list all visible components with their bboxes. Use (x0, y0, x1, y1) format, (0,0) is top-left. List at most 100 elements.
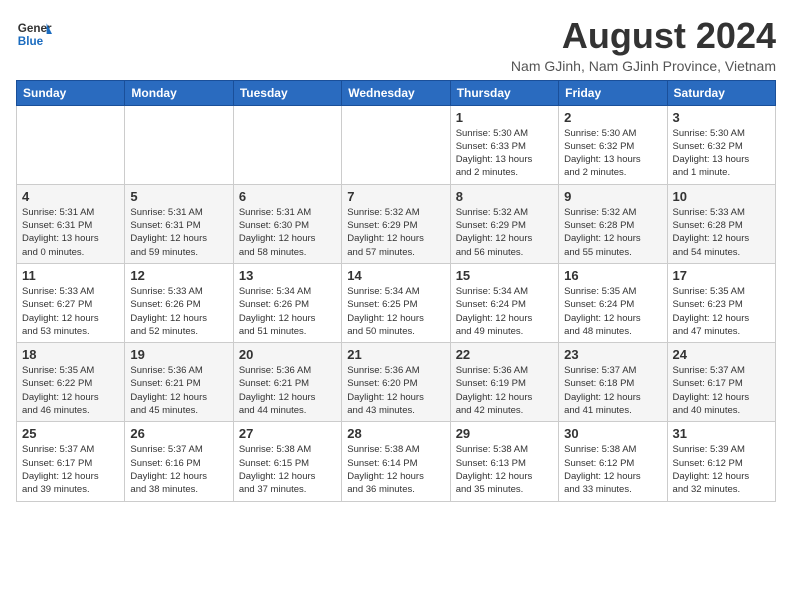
month-title: August 2024 (511, 16, 776, 56)
calendar-cell: 20 Sunrise: 5:36 AM Sunset: 6:21 PM Dayli… (233, 343, 341, 422)
day-number: 3 (673, 110, 770, 125)
day-number: 26 (130, 426, 227, 441)
calendar-cell: 17 Sunrise: 5:35 AM Sunset: 6:23 PM Dayli… (667, 263, 775, 342)
calendar-cell (17, 105, 125, 184)
day-number: 29 (456, 426, 553, 441)
day-info: Sunrise: 5:35 AM Sunset: 6:23 PM Dayligh… (673, 285, 770, 338)
calendar-cell: 3 Sunrise: 5:30 AM Sunset: 6:32 PM Daylig… (667, 105, 775, 184)
calendar-cell: 10 Sunrise: 5:33 AM Sunset: 6:28 PM Dayli… (667, 184, 775, 263)
day-info: Sunrise: 5:37 AM Sunset: 6:16 PM Dayligh… (130, 443, 227, 496)
calendar-cell: 14Sunrise: 5:34 AM Sunset: 6:25 PM Dayli… (342, 263, 450, 342)
day-number: 27 (239, 426, 336, 441)
day-number: 16 (564, 268, 661, 283)
weekday-header-friday: Friday (559, 80, 667, 105)
day-info: Sunrise: 5:30 AM Sunset: 6:32 PM Dayligh… (673, 127, 770, 180)
day-info: Sunrise: 5:36 AM Sunset: 6:20 PM Dayligh… (347, 364, 444, 417)
day-info: Sunrise: 5:36 AM Sunset: 6:19 PM Dayligh… (456, 364, 553, 417)
day-number: 1 (456, 110, 553, 125)
calendar-week-row: 25Sunrise: 5:37 AM Sunset: 6:17 PM Dayli… (17, 422, 776, 501)
day-number: 20 (239, 347, 336, 362)
calendar-cell (233, 105, 341, 184)
weekday-header-row: SundayMondayTuesdayWednesdayThursdayFrid… (17, 80, 776, 105)
calendar-cell: 28 Sunrise: 5:38 AM Sunset: 6:14 PM Dayli… (342, 422, 450, 501)
calendar-cell: 24Sunrise: 5:37 AM Sunset: 6:17 PM Dayli… (667, 343, 775, 422)
day-number: 19 (130, 347, 227, 362)
day-info: Sunrise: 5:38 AM Sunset: 6:14 PM Dayligh… (347, 443, 444, 496)
day-number: 21 (347, 347, 444, 362)
day-info: Sunrise: 5:33 AM Sunset: 6:27 PM Dayligh… (22, 285, 119, 338)
calendar-cell: 6 Sunrise: 5:31 AM Sunset: 6:30 PM Daylig… (233, 184, 341, 263)
day-number: 23 (564, 347, 661, 362)
calendar-cell: 5Sunrise: 5:31 AM Sunset: 6:31 PM Daylig… (125, 184, 233, 263)
calendar-cell: 12Sunrise: 5:33 AM Sunset: 6:26 PM Dayli… (125, 263, 233, 342)
calendar-cell: 13 Sunrise: 5:34 AM Sunset: 6:26 PM Dayli… (233, 263, 341, 342)
day-number: 2 (564, 110, 661, 125)
day-number: 10 (673, 189, 770, 204)
calendar-cell: 2 Sunrise: 5:30 AM Sunset: 6:32 PM Daylig… (559, 105, 667, 184)
day-number: 31 (673, 426, 770, 441)
title-block: August 2024 Nam GJinh, Nam GJinh Provinc… (511, 16, 776, 74)
day-number: 13 (239, 268, 336, 283)
page-header: General Blue August 2024 Nam GJinh, Nam … (16, 16, 776, 74)
day-info: Sunrise: 5:36 AM Sunset: 6:21 PM Dayligh… (239, 364, 336, 417)
weekday-header-sunday: Sunday (17, 80, 125, 105)
day-number: 18 (22, 347, 119, 362)
day-number: 25 (22, 426, 119, 441)
calendar-week-row: 18 Sunrise: 5:35 AM Sunset: 6:22 PM Dayli… (17, 343, 776, 422)
day-info: Sunrise: 5:35 AM Sunset: 6:24 PM Dayligh… (564, 285, 661, 338)
day-info: Sunrise: 5:33 AM Sunset: 6:28 PM Dayligh… (673, 206, 770, 259)
day-info: Sunrise: 5:37 AM Sunset: 6:18 PM Dayligh… (564, 364, 661, 417)
calendar-cell (342, 105, 450, 184)
weekday-header-thursday: Thursday (450, 80, 558, 105)
day-number: 8 (456, 189, 553, 204)
calendar-cell: 15Sunrise: 5:34 AM Sunset: 6:24 PM Dayli… (450, 263, 558, 342)
calendar-cell: 22 Sunrise: 5:36 AM Sunset: 6:19 PM Dayli… (450, 343, 558, 422)
day-info: Sunrise: 5:36 AM Sunset: 6:21 PM Dayligh… (130, 364, 227, 417)
calendar-cell: 26 Sunrise: 5:37 AM Sunset: 6:16 PM Dayli… (125, 422, 233, 501)
day-number: 24 (673, 347, 770, 362)
day-info: Sunrise: 5:35 AM Sunset: 6:22 PM Dayligh… (22, 364, 119, 417)
day-number: 4 (22, 189, 119, 204)
day-number: 6 (239, 189, 336, 204)
calendar-cell: 1 Sunrise: 5:30 AM Sunset: 6:33 PM Daylig… (450, 105, 558, 184)
location-title: Nam GJinh, Nam GJinh Province, Vietnam (511, 58, 776, 74)
day-info: Sunrise: 5:39 AM Sunset: 6:12 PM Dayligh… (673, 443, 770, 496)
logo-icon: General Blue (16, 16, 52, 52)
day-number: 5 (130, 189, 227, 204)
day-info: Sunrise: 5:31 AM Sunset: 6:31 PM Dayligh… (22, 206, 119, 259)
day-info: Sunrise: 5:30 AM Sunset: 6:32 PM Dayligh… (564, 127, 661, 180)
calendar-cell: 19 Sunrise: 5:36 AM Sunset: 6:21 PM Dayli… (125, 343, 233, 422)
day-info: Sunrise: 5:38 AM Sunset: 6:12 PM Dayligh… (564, 443, 661, 496)
calendar-cell: 7Sunrise: 5:32 AM Sunset: 6:29 PM Daylig… (342, 184, 450, 263)
day-info: Sunrise: 5:32 AM Sunset: 6:29 PM Dayligh… (456, 206, 553, 259)
calendar-cell: 18 Sunrise: 5:35 AM Sunset: 6:22 PM Dayli… (17, 343, 125, 422)
day-number: 15 (456, 268, 553, 283)
weekday-header-wednesday: Wednesday (342, 80, 450, 105)
calendar-cell: 30 Sunrise: 5:38 AM Sunset: 6:12 PM Dayli… (559, 422, 667, 501)
day-number: 28 (347, 426, 444, 441)
calendar-cell: 16 Sunrise: 5:35 AM Sunset: 6:24 PM Dayli… (559, 263, 667, 342)
day-number: 30 (564, 426, 661, 441)
svg-text:Blue: Blue (18, 35, 44, 48)
day-info: Sunrise: 5:30 AM Sunset: 6:33 PM Dayligh… (456, 127, 553, 180)
calendar-week-row: 4 Sunrise: 5:31 AM Sunset: 6:31 PM Daylig… (17, 184, 776, 263)
day-info: Sunrise: 5:32 AM Sunset: 6:28 PM Dayligh… (564, 206, 661, 259)
calendar-cell: 23 Sunrise: 5:37 AM Sunset: 6:18 PM Dayli… (559, 343, 667, 422)
day-info: Sunrise: 5:31 AM Sunset: 6:30 PM Dayligh… (239, 206, 336, 259)
calendar-cell: 25Sunrise: 5:37 AM Sunset: 6:17 PM Dayli… (17, 422, 125, 501)
day-number: 22 (456, 347, 553, 362)
day-number: 12 (130, 268, 227, 283)
calendar-cell: 21 Sunrise: 5:36 AM Sunset: 6:20 PM Dayli… (342, 343, 450, 422)
calendar-cell: 11Sunrise: 5:33 AM Sunset: 6:27 PM Dayli… (17, 263, 125, 342)
calendar-cell (125, 105, 233, 184)
day-info: Sunrise: 5:34 AM Sunset: 6:26 PM Dayligh… (239, 285, 336, 338)
weekday-header-monday: Monday (125, 80, 233, 105)
day-number: 17 (673, 268, 770, 283)
calendar-cell: 29Sunrise: 5:38 AM Sunset: 6:13 PM Dayli… (450, 422, 558, 501)
calendar-cell: 9Sunrise: 5:32 AM Sunset: 6:28 PM Daylig… (559, 184, 667, 263)
calendar-table: SundayMondayTuesdayWednesdayThursdayFrid… (16, 80, 776, 502)
day-info: Sunrise: 5:34 AM Sunset: 6:25 PM Dayligh… (347, 285, 444, 338)
weekday-header-tuesday: Tuesday (233, 80, 341, 105)
calendar-cell: 27Sunrise: 5:38 AM Sunset: 6:15 PM Dayli… (233, 422, 341, 501)
day-info: Sunrise: 5:32 AM Sunset: 6:29 PM Dayligh… (347, 206, 444, 259)
